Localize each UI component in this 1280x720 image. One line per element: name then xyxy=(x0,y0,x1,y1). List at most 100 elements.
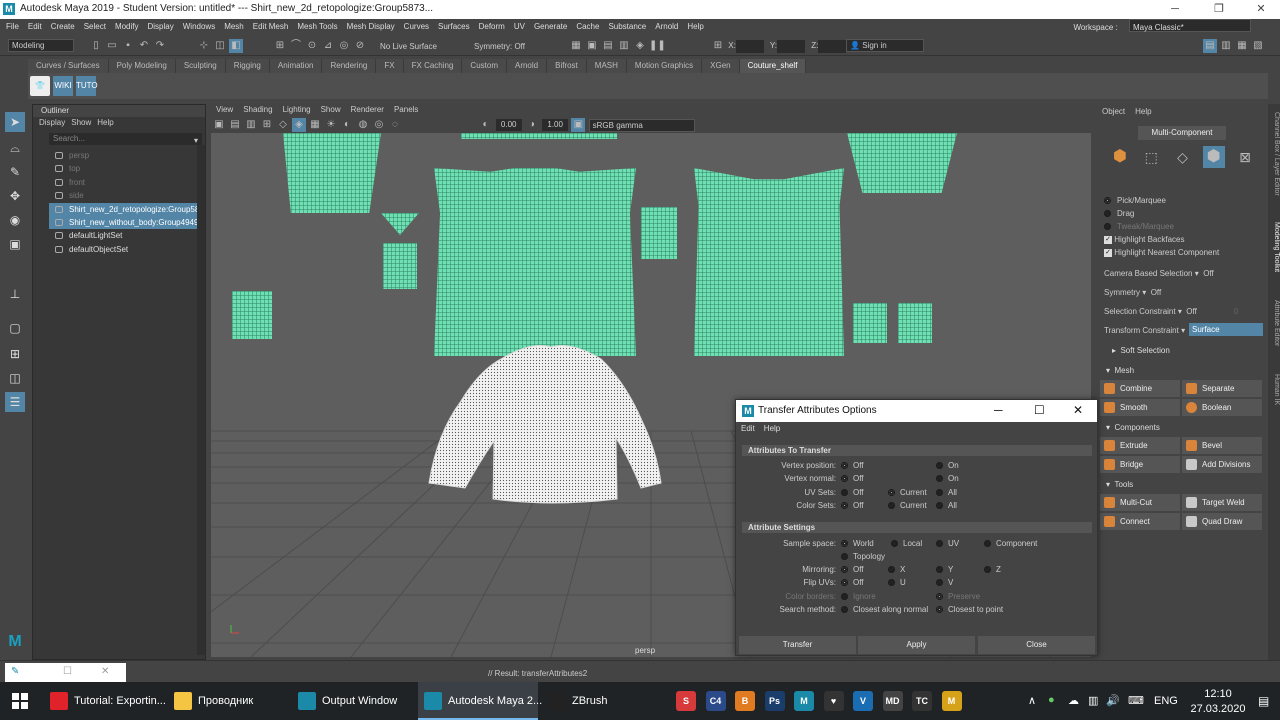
outliner-item[interactable]: persp xyxy=(49,149,199,162)
viewport-menu-lighting[interactable]: Lighting xyxy=(283,105,311,114)
radio-icon[interactable] xyxy=(1104,210,1111,218)
mel-restore-icon[interactable]: ☐ xyxy=(63,666,72,677)
taskbar-app-item[interactable]: Проводник xyxy=(168,682,288,720)
radio-icon[interactable] xyxy=(891,540,898,548)
taskbar-app-zbrush[interactable]: ZBrush xyxy=(542,682,626,720)
menu-arnold[interactable]: Arnold xyxy=(655,22,678,31)
option-vertex-normal-off[interactable]: Off xyxy=(841,473,864,485)
pick-option-pick-marquee[interactable]: Pick/Marquee xyxy=(1104,196,1174,209)
camera-based-selection[interactable]: Camera Based Selection ▾ Off xyxy=(1104,269,1214,278)
option-color-borders-ignore[interactable]: Ignore xyxy=(841,591,876,603)
radio-icon[interactable] xyxy=(841,462,848,470)
pinned-app-icon[interactable]: Ps xyxy=(764,691,785,711)
shelf-tab-sculpting[interactable]: Sculpting xyxy=(175,59,226,73)
modeling-toolkit-toggle-icon[interactable]: ▤ xyxy=(1203,39,1217,53)
render-settings-icon[interactable]: ▦ xyxy=(569,39,583,53)
radio-icon[interactable] xyxy=(936,579,943,587)
outliner-menu-help[interactable]: Help xyxy=(97,118,113,127)
shelf-tab-curves-surfaces[interactable]: Curves / Surfaces xyxy=(28,59,109,73)
select-tool-icon[interactable]: ➤ xyxy=(5,112,25,132)
option-flip-uvs-off[interactable]: Off xyxy=(841,577,864,589)
menu-curves[interactable]: Curves xyxy=(404,22,429,31)
minimize-icon[interactable]: ─ xyxy=(1160,1,1190,18)
radio-icon[interactable] xyxy=(841,475,848,483)
clock-time[interactable]: 12:10 xyxy=(1196,688,1240,700)
camera-attributes-icon[interactable]: ▣ xyxy=(212,118,226,132)
menu-set-dropdown[interactable]: Modeling xyxy=(8,39,74,52)
transfer-button[interactable]: Transfer xyxy=(739,636,856,654)
menu-display[interactable]: Display xyxy=(148,22,174,31)
menu-edit-mesh[interactable]: Edit Mesh xyxy=(253,22,289,31)
snap-grid-icon[interactable]: ⊞ xyxy=(273,39,287,53)
uv-mode-icon[interactable]: ⊠ xyxy=(1234,146,1256,168)
radio-icon[interactable] xyxy=(841,593,848,601)
menu-cache[interactable]: Cache xyxy=(576,22,599,31)
viewport-menu-shading[interactable]: Shading xyxy=(243,105,272,114)
snap-live-icon[interactable]: ⊘ xyxy=(353,39,367,53)
live-surface-label[interactable]: No Live Surface xyxy=(380,42,437,51)
pinned-app-icon[interactable]: V xyxy=(853,691,873,711)
symmetry-setting[interactable]: Symmetry ▾ Off xyxy=(1104,288,1161,297)
wireframe-icon[interactable]: ◇ xyxy=(276,118,290,132)
option-sample-space-uv[interactable]: UV xyxy=(936,538,959,550)
radio-icon[interactable] xyxy=(936,475,943,483)
mel-close-icon[interactable]: ✕ xyxy=(101,666,109,677)
outliner-item[interactable]: top xyxy=(49,162,199,175)
highlight-backfaces-check[interactable]: ✓ Highlight Backfaces xyxy=(1104,235,1185,244)
radio-icon[interactable] xyxy=(1104,223,1111,231)
modeling-toolkit-tab[interactable]: Modeling Toolkit xyxy=(1268,222,1280,272)
new-scene-icon[interactable]: ▯ xyxy=(89,39,103,53)
wiki-shelf-button[interactable]: WIKI xyxy=(53,76,73,96)
radio-icon[interactable] xyxy=(936,566,943,574)
snap-surface-icon[interactable]: ◎ xyxy=(337,39,351,53)
grid-toggle-icon[interactable]: ⊞ xyxy=(260,118,274,132)
highlight-nearest-check[interactable]: ✓ Highlight Nearest Component xyxy=(1104,248,1219,257)
gamma-icon[interactable]: ◑ xyxy=(525,118,539,132)
close-icon[interactable]: ✕ xyxy=(1246,1,1276,18)
radio-icon[interactable] xyxy=(841,579,848,587)
menu-generate[interactable]: Generate xyxy=(534,22,567,31)
shelf-tab-animation[interactable]: Animation xyxy=(269,59,323,73)
color-space-dropdown[interactable]: sRGB gamma xyxy=(588,118,695,132)
menu-windows[interactable]: Windows xyxy=(183,22,215,31)
toolkit-menu-object[interactable]: Object xyxy=(1102,107,1125,116)
radio-icon[interactable] xyxy=(841,489,848,497)
soft-selection-section[interactable]: ▸ Soft Selection xyxy=(1100,344,1266,358)
symmetry-status[interactable]: Symmetry: Off xyxy=(474,42,525,51)
move-tool-icon[interactable]: ✥ xyxy=(5,186,25,206)
lights-icon[interactable]: ☀ xyxy=(324,118,338,132)
outliner-scrollbar[interactable] xyxy=(197,145,205,655)
apply-button[interactable]: Apply xyxy=(858,636,975,654)
viewport-menu-panels[interactable]: Panels xyxy=(394,105,418,114)
z-field[interactable] xyxy=(818,39,847,53)
radio-icon[interactable] xyxy=(936,606,943,614)
option-uv-sets-current[interactable]: Current xyxy=(888,487,927,499)
tools-section-header[interactable]: ▾ Tools xyxy=(1100,478,1266,492)
attribute-editor-tab[interactable]: Attribute Editor xyxy=(1268,300,1280,346)
xray-icon[interactable]: ◌ xyxy=(388,118,402,132)
exposure-field[interactable]: 0.00 xyxy=(495,119,522,131)
tray-volume-icon[interactable]: 🔊 xyxy=(1106,694,1120,707)
tray-overflow-icon[interactable]: ∧ xyxy=(1028,694,1036,707)
separate-button[interactable]: Separate xyxy=(1182,380,1262,397)
viewport-menu-view[interactable]: View xyxy=(216,105,233,114)
quad-draw-button[interactable]: Quad Draw xyxy=(1182,513,1262,530)
redo-icon[interactable]: ↷ xyxy=(153,39,167,53)
smooth-button[interactable]: Smooth xyxy=(1100,399,1180,416)
radio-icon[interactable] xyxy=(888,502,895,510)
menu-help[interactable]: Help xyxy=(687,22,703,31)
absolute-transform-icon[interactable]: ⊞ xyxy=(711,39,725,53)
taskbar-app-autodesk-maya-2[interactable]: Autodesk Maya 2... xyxy=(418,682,542,720)
bevel-button[interactable]: Bevel xyxy=(1182,437,1262,454)
radio-icon[interactable] xyxy=(888,566,895,574)
radio-icon[interactable] xyxy=(841,502,848,510)
menu-surfaces[interactable]: Surfaces xyxy=(438,22,470,31)
language-indicator[interactable]: ENG xyxy=(1154,695,1178,707)
snap-point-icon[interactable]: ⊙ xyxy=(305,39,319,53)
mesh-section-header[interactable]: ▾ Mesh xyxy=(1100,364,1266,378)
pinned-app-icon[interactable]: TC xyxy=(912,691,932,711)
shelf-tab-rendering[interactable]: Rendering xyxy=(322,59,377,73)
menu-modify[interactable]: Modify xyxy=(115,22,139,31)
pinned-app-icon[interactable]: S xyxy=(676,691,696,711)
option-color-sets-all[interactable]: All xyxy=(936,500,957,512)
